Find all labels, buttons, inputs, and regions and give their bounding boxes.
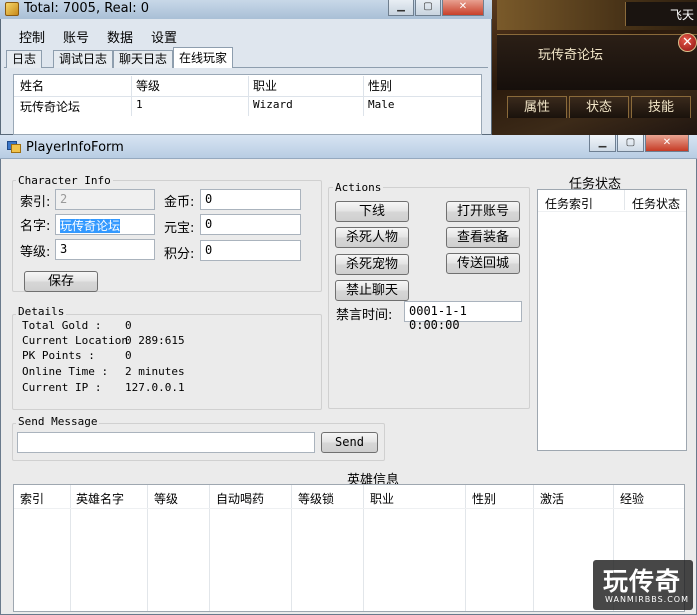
detail-key-online-time: Online Time : xyxy=(22,365,109,378)
teleport-home-button[interactable]: 传送回城 xyxy=(446,253,520,274)
column-divider xyxy=(291,485,292,611)
close-icon[interactable]: ✕ xyxy=(645,135,689,152)
column-divider xyxy=(209,485,210,611)
menu-control[interactable]: 控制 xyxy=(19,27,45,46)
column-header-auto-potion[interactable]: 自动喝药 xyxy=(216,490,264,507)
menu-account[interactable]: 账号 xyxy=(63,27,89,46)
detail-value-total-gold: 0 xyxy=(125,319,132,332)
level-field[interactable]: 3 xyxy=(55,239,155,260)
game-tab-status[interactable]: 状态 xyxy=(569,96,629,118)
column-header-activated[interactable]: 激活 xyxy=(540,490,564,507)
index-field[interactable]: 2 xyxy=(55,189,155,210)
yuanbao-label: 元宝: xyxy=(164,221,195,236)
message-input[interactable] xyxy=(17,432,315,453)
points-field[interactable]: 0 xyxy=(200,240,301,261)
watermark-sub-text: WANMIRBBS.COM xyxy=(605,595,689,604)
kill-pet-button[interactable]: 杀死宠物 xyxy=(335,254,409,275)
tab-online-players[interactable]: 在线玩家 xyxy=(173,47,234,68)
maximize-icon[interactable]: ▢ xyxy=(617,135,644,152)
maximize-icon[interactable]: ▢ xyxy=(415,0,441,16)
header-divider xyxy=(14,96,481,97)
column-header-level[interactable]: 等级 xyxy=(136,76,160,96)
gold-field[interactable]: 0 xyxy=(200,189,301,210)
kick-button[interactable]: 下线 xyxy=(335,201,409,222)
game-panel-title: 玩传奇论坛 xyxy=(538,48,604,63)
yuanbao-field[interactable]: 0 xyxy=(200,214,301,235)
ban-chat-button[interactable]: 禁止聊天 xyxy=(335,280,409,301)
view-equipment-button[interactable]: 查看装备 xyxy=(446,227,520,248)
tab-debug-log[interactable]: 调试日志 xyxy=(53,50,114,68)
table-cell-gender[interactable]: Male xyxy=(368,98,395,111)
name-field-value: 玩传奇论坛 xyxy=(60,219,121,233)
kill-player-button[interactable]: 杀死人物 xyxy=(335,227,409,248)
app-icon xyxy=(5,2,19,16)
minimize-icon[interactable]: ▁ xyxy=(589,135,616,152)
column-divider xyxy=(70,485,71,611)
column-divider xyxy=(147,485,148,611)
column-divider xyxy=(533,485,534,611)
gold-label: 金币: xyxy=(164,195,195,210)
detail-key-total-gold: Total Gold : xyxy=(22,319,102,332)
detail-key-location: Current Location xyxy=(22,334,128,347)
tab-chat-log[interactable]: 聊天日志 xyxy=(113,50,174,68)
column-header-job[interactable]: 职业 xyxy=(253,76,277,96)
name-field[interactable]: 玩传奇论坛 xyxy=(55,214,155,235)
column-header-quest-status[interactable]: 任务状态 xyxy=(632,195,680,212)
detail-key-current-ip: Current IP : xyxy=(22,381,102,394)
menu-data[interactable]: 数据 xyxy=(107,27,133,46)
column-header-name[interactable]: 姓名 xyxy=(20,76,44,96)
watermark-main-text: 玩传奇 xyxy=(603,567,682,596)
detail-value-location: 0 289:615 xyxy=(125,334,185,347)
table-cell-job[interactable]: Wizard xyxy=(253,98,293,111)
table-cell-name[interactable]: 玩传奇论坛 xyxy=(20,98,80,115)
detail-value-pk-points: 0 xyxy=(125,349,132,362)
tab-log[interactable]: 日志 xyxy=(6,50,43,68)
column-divider xyxy=(363,485,364,611)
column-header-hero-name[interactable]: 英雄名字 xyxy=(76,490,124,507)
ban-time-label: 禁言时间: xyxy=(336,308,393,323)
detail-value-online-time: 2 minutes xyxy=(125,365,185,378)
column-divider xyxy=(465,485,466,611)
header-divider xyxy=(538,211,686,212)
level-label: 等级: xyxy=(20,245,51,260)
index-label: 索引: xyxy=(20,195,51,210)
column-header-hero-level[interactable]: 等级 xyxy=(154,490,178,507)
game-close-icon[interactable]: ✕ xyxy=(678,33,697,52)
column-divider xyxy=(624,190,625,210)
column-header-hero-job[interactable]: 职业 xyxy=(370,490,394,507)
detail-value-current-ip: 127.0.0.1 xyxy=(125,381,185,394)
points-label: 积分: xyxy=(164,247,195,262)
send-button[interactable]: Send xyxy=(321,432,378,453)
open-account-button[interactable]: 打开账号 xyxy=(446,201,520,222)
player-info-title: PlayerInfoForm xyxy=(26,140,124,155)
game-tab-skills[interactable]: 技能 xyxy=(631,96,691,118)
column-header-quest-index[interactable]: 任务索引 xyxy=(545,195,593,212)
server-window-title: Total: 7005, Real: 0 xyxy=(24,1,150,16)
minimize-icon[interactable]: ▁ xyxy=(388,0,414,16)
column-header-experience[interactable]: 经验 xyxy=(620,490,644,507)
table-cell-level[interactable]: 1 xyxy=(136,98,143,111)
ban-time-field[interactable]: 0001-1-1 0:00:00 xyxy=(404,301,522,332)
save-button[interactable]: 保存 xyxy=(24,271,98,292)
menu-settings[interactable]: 设置 xyxy=(151,27,177,46)
game-tab-attributes[interactable]: 属性 xyxy=(507,96,567,118)
send-message-label: Send Message xyxy=(16,415,100,428)
column-header-hero-index[interactable]: 索引 xyxy=(20,490,44,507)
game-tag: 飞天 xyxy=(625,2,697,26)
header-divider xyxy=(14,508,684,509)
details-label: Details xyxy=(16,305,67,318)
column-header-level-lock[interactable]: 等级锁 xyxy=(298,490,334,507)
name-label: 名字: xyxy=(20,219,51,234)
column-header-hero-gender[interactable]: 性别 xyxy=(472,490,496,507)
actions-label: Actions xyxy=(333,181,384,194)
detail-key-pk-points: PK Points : xyxy=(22,349,95,362)
column-header-gender[interactable]: 性别 xyxy=(368,76,392,96)
quest-status-table xyxy=(537,189,687,451)
form-icon xyxy=(7,141,21,153)
character-info-label: Character Info xyxy=(16,174,113,187)
close-icon[interactable]: ✕ xyxy=(442,0,484,16)
